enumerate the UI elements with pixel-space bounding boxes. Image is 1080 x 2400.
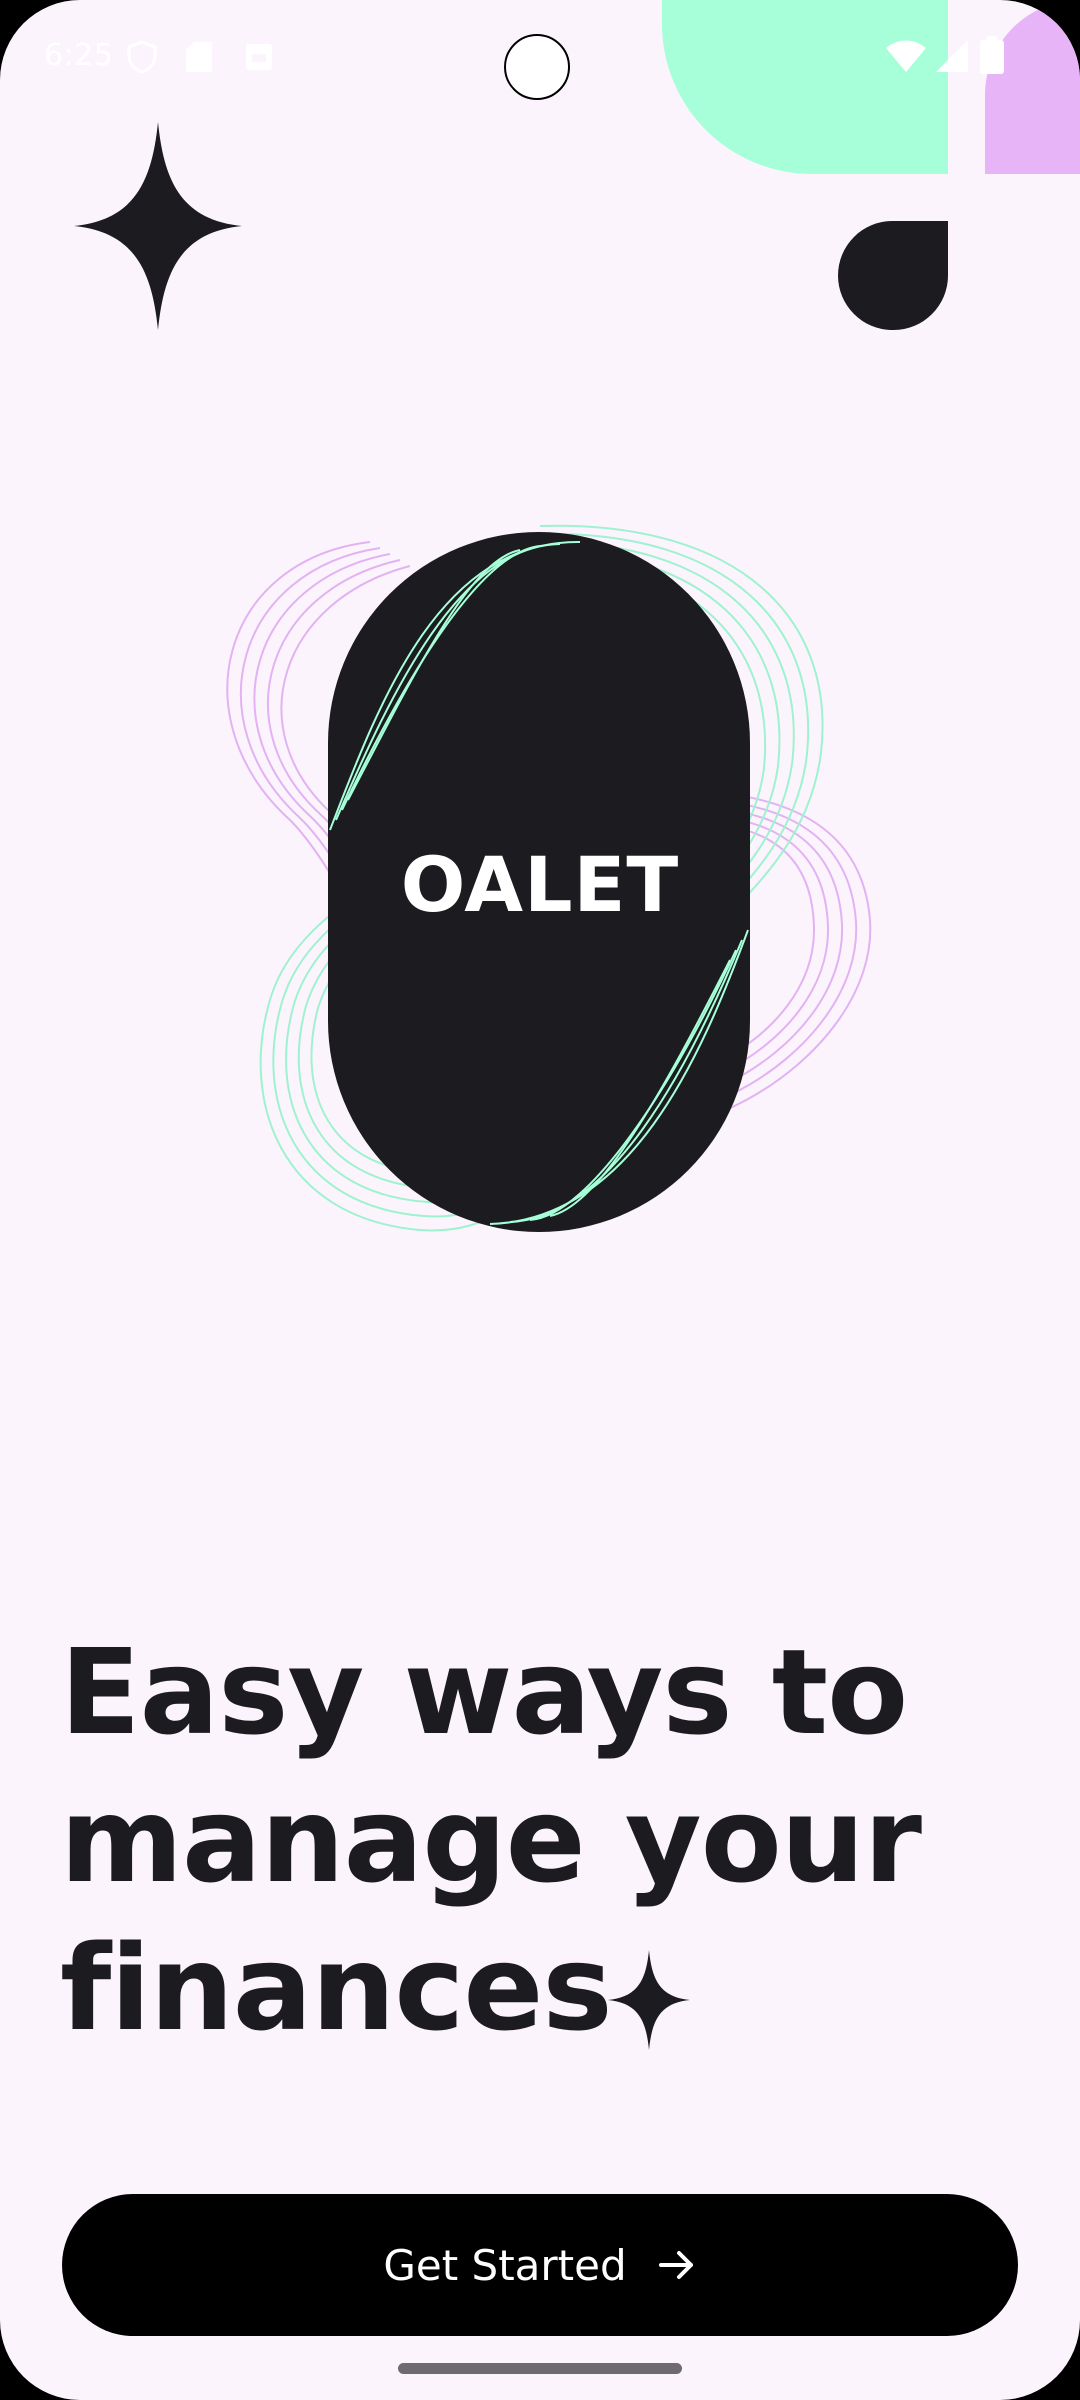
- camera-cutout: [504, 34, 570, 100]
- headline-line-2: manage your: [60, 1771, 922, 1909]
- onboarding-screen: 6:25 OALET Easy ways to manage your fina…: [0, 0, 1080, 2400]
- get-started-button[interactable]: Get Started: [62, 2194, 1018, 2336]
- notification-icon: [246, 44, 272, 70]
- battery-icon: [980, 36, 1004, 74]
- brand-logo-text: OALET: [400, 840, 680, 929]
- cell-signal-icon: [936, 40, 968, 72]
- headline-line-1: Easy ways to: [60, 1623, 908, 1761]
- sim-card-icon: [186, 42, 212, 72]
- home-indicator[interactable]: [398, 2363, 682, 2374]
- status-bar: 6:25: [0, 0, 1080, 120]
- wifi-icon: [886, 40, 926, 72]
- arrow-right-icon: [658, 2251, 693, 2279]
- small-sparkle-icon: [608, 1950, 690, 2050]
- status-time: 6:25: [44, 38, 114, 73]
- get-started-label: Get Started: [383, 2240, 627, 2290]
- dark-decor-shape: [838, 221, 948, 330]
- onboarding-headline: Easy ways to manage your finances: [60, 1618, 960, 2062]
- sparkle-icon: [74, 122, 242, 330]
- headline-line-3: finances: [60, 1919, 613, 2057]
- shield-icon: [127, 40, 157, 74]
